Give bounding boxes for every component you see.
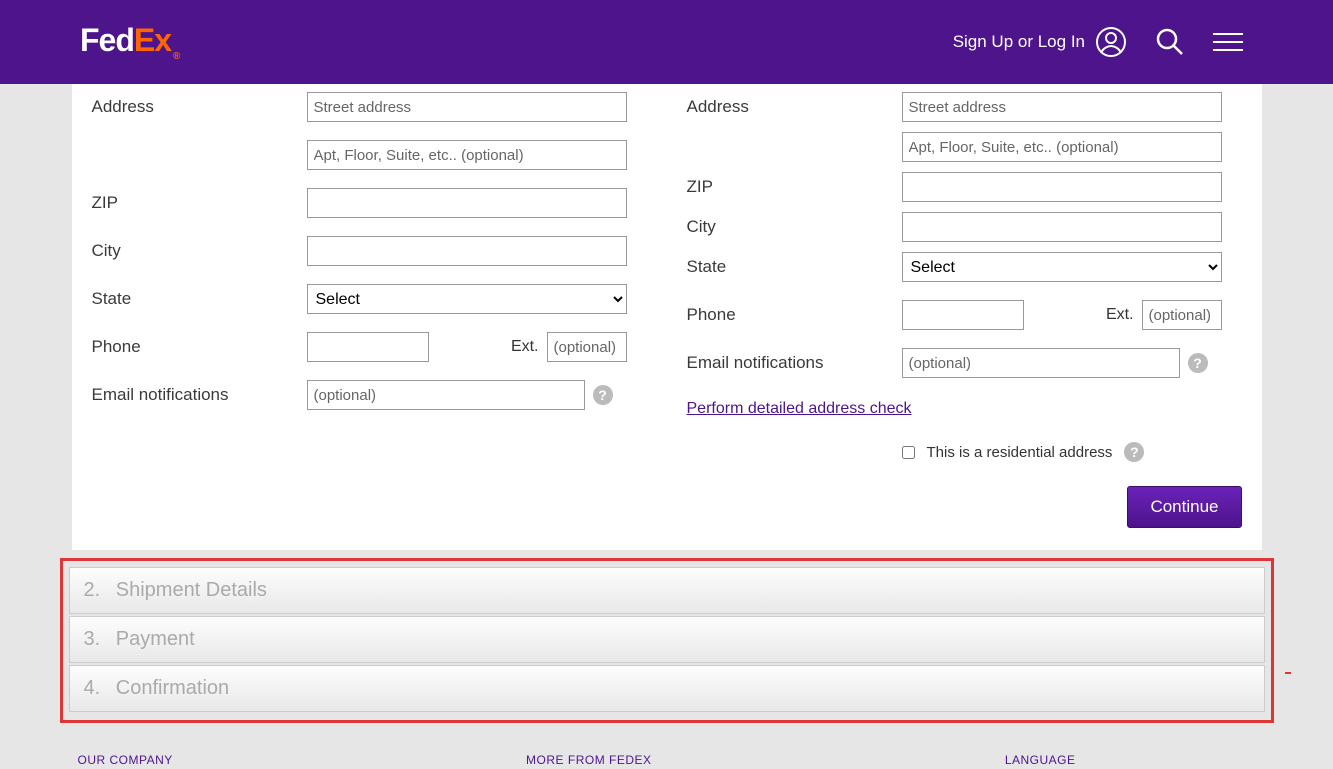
footer: OUR COMPANY MORE FROM FEDEX LANGUAGE [72, 753, 1262, 767]
to-ext-label: Ext. [1106, 306, 1134, 324]
to-email-label: Email notifications [687, 353, 902, 373]
to-column: Address ZIP City State Select [687, 92, 1242, 462]
from-state-select[interactable]: Select [307, 284, 627, 314]
footer-our-company[interactable]: OUR COMPANY [78, 753, 173, 767]
from-city-label: City [92, 241, 307, 261]
to-state-label: State [687, 257, 902, 277]
footer-more-from-fedex[interactable]: MORE FROM FEDEX [526, 753, 652, 767]
from-ext-input[interactable] [547, 332, 627, 362]
from-city-input[interactable] [307, 236, 627, 266]
to-email-input[interactable] [902, 348, 1180, 378]
to-ext-input[interactable] [1142, 300, 1222, 330]
to-phone-input[interactable] [902, 300, 1024, 330]
from-state-label: State [92, 289, 307, 309]
help-icon[interactable]: ? [1188, 353, 1208, 373]
signin-text: Sign Up or Log In [953, 32, 1085, 52]
fedex-logo[interactable]: FedEx® [80, 22, 179, 61]
from-zip-input[interactable] [307, 188, 627, 218]
from-ext-label: Ext. [511, 338, 539, 356]
step-label: Shipment Details [116, 579, 267, 601]
logo-fed: Fed [80, 22, 134, 58]
from-apt-input[interactable] [307, 140, 627, 170]
main-content: Address ZIP City State Select [72, 84, 1262, 550]
from-zip-label: ZIP [92, 193, 307, 213]
menu-icon[interactable] [1213, 33, 1243, 51]
from-email-input[interactable] [307, 380, 585, 410]
user-icon [1095, 26, 1127, 58]
footer-language[interactable]: LANGUAGE [1005, 753, 1076, 767]
address-check-link[interactable]: Perform detailed address check [687, 400, 912, 418]
search-icon[interactable] [1155, 27, 1185, 57]
residential-label: This is a residential address [927, 444, 1113, 461]
to-phone-label: Phone [687, 305, 902, 325]
annotation-tick [1285, 672, 1291, 674]
from-column: Address ZIP City State Select [92, 92, 647, 462]
step-payment[interactable]: 3. Payment [69, 616, 1265, 663]
step-label: Payment [116, 628, 195, 650]
step-num: 3. [84, 628, 101, 650]
to-zip-input[interactable] [902, 172, 1222, 202]
to-street-input[interactable] [902, 92, 1222, 122]
logo-ex: Ex [134, 22, 171, 58]
to-zip-label: ZIP [687, 177, 902, 197]
site-header: FedEx® Sign Up or Log In [0, 0, 1333, 84]
step-num: 2. [84, 579, 101, 601]
to-city-label: City [687, 217, 902, 237]
to-address-label: Address [687, 97, 902, 117]
from-address-label: Address [92, 97, 307, 117]
help-icon[interactable]: ? [593, 385, 613, 405]
to-city-input[interactable] [902, 212, 1222, 242]
step-confirmation[interactable]: 4. Confirmation [69, 665, 1265, 712]
from-email-label: Email notifications [92, 385, 307, 405]
step-shipment-details[interactable]: 2. Shipment Details [69, 567, 1265, 614]
to-apt-input[interactable] [902, 132, 1222, 162]
help-icon[interactable]: ? [1124, 442, 1144, 462]
continue-button[interactable]: Continue [1127, 486, 1241, 528]
to-state-select[interactable]: Select [902, 252, 1222, 282]
steps-highlight-box: 2. Shipment Details 3. Payment 4. Confir… [60, 558, 1274, 723]
from-phone-input[interactable] [307, 332, 429, 362]
from-street-input[interactable] [307, 92, 627, 122]
from-phone-label: Phone [92, 337, 307, 357]
signin-link[interactable]: Sign Up or Log In [953, 26, 1127, 58]
header-right: Sign Up or Log In [953, 26, 1243, 58]
step-label: Confirmation [116, 677, 229, 699]
step-num: 4. [84, 677, 101, 699]
logo-reg: ® [173, 51, 179, 62]
residential-checkbox[interactable] [902, 446, 915, 459]
address-form: Address ZIP City State Select [92, 84, 1242, 462]
